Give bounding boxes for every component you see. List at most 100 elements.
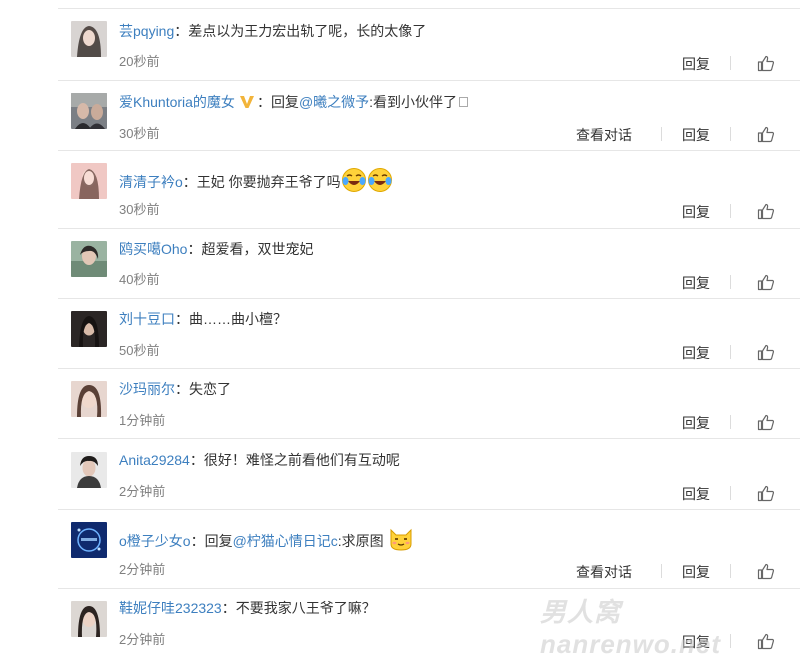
timestamp: 2分钟前 (119, 484, 166, 499)
comment-content: o橙子少女o：回复@柠猫心情日记c:求原图 (119, 526, 414, 555)
colon: ： (190, 533, 205, 549)
action-divider (730, 486, 731, 500)
reply-button[interactable]: 回复 (682, 484, 710, 504)
comment-content: 清清子衿o：王妃 你要抛弃王爷了吗 (119, 167, 393, 196)
mention-link[interactable]: @曦之微予 (299, 94, 369, 110)
comment-content: 鸥买噶Oho：超爱看，双世宠妃 (119, 239, 313, 259)
timestamp: 30秒前 (119, 202, 160, 217)
timestamp: 1分钟前 (119, 413, 166, 428)
username-link[interactable]: 芸pqying (119, 23, 174, 39)
crying-laugh-emoji (341, 167, 367, 196)
username-link[interactable]: 刘十豆口 (119, 311, 175, 327)
comment-item: o橙子少女o：回复@柠猫心情日记c:求原图 2分钟前 查看对话 回复 (0, 510, 800, 589)
avatar[interactable] (71, 381, 107, 417)
action-divider (730, 56, 731, 70)
action-divider (730, 415, 731, 429)
crying-laugh-emoji (367, 167, 393, 196)
avatar[interactable] (71, 93, 107, 129)
comment-item: 清清子衿o：王妃 你要抛弃王爷了吗 30秒前 回复 (0, 151, 800, 229)
reply-button[interactable]: 回复 (682, 202, 710, 222)
watermark: 男人窝nanrenwo.net (540, 597, 722, 659)
colon: ： (187, 241, 202, 257)
colon: ： (175, 381, 189, 397)
comment-text: 王妃 你要抛弃王爷了吗 (196, 174, 341, 190)
thumbs-up-icon[interactable] (757, 202, 775, 220)
view-conversation-button[interactable]: 查看对话 (576, 562, 632, 582)
colon: ： (256, 94, 271, 110)
timestamp: 2分钟前 (119, 562, 166, 577)
comment-item: 爱Khuntoria的魔女 ：回复@曦之微予:看到小伙伴了 30秒前 查看对话 回… (0, 81, 800, 151)
action-divider (730, 345, 731, 359)
username-link[interactable]: 鸥买噶Oho (119, 241, 187, 257)
thumbs-up-icon[interactable] (757, 125, 775, 143)
reply-button[interactable]: 回复 (682, 273, 710, 293)
comment-text: 曲……曲小檀？ (189, 311, 287, 327)
comment-content: Anita29284：很好！难怪之前看他们有互动呢 (119, 450, 400, 470)
comment-text: 差点以为王力宏出轨了呢，长的太像了 (188, 23, 427, 39)
avatar[interactable] (71, 241, 107, 277)
reply-button[interactable]: 回复 (682, 54, 710, 74)
cat-emoji (388, 526, 414, 555)
thumbs-up-icon[interactable] (757, 273, 775, 291)
reply-button[interactable]: 回复 (682, 343, 710, 363)
timestamp: 20秒前 (119, 54, 160, 69)
comment-item: 芸pqying：差点以为王力宏出轨了呢，长的太像了 20秒前 回复 (0, 9, 800, 81)
comment-item: Anita29284：很好！难怪之前看他们有互动呢 2分钟前 回复 (0, 439, 800, 510)
thumbs-up-icon[interactable] (757, 413, 775, 431)
username-link[interactable]: 爱Khuntoria的魔女 (119, 94, 235, 110)
comment-item: 刘十豆口：曲……曲小檀？ 50秒前 回复 (0, 299, 800, 369)
comment-content: 芸pqying：差点以为王力宏出轨了呢，长的太像了 (119, 21, 426, 41)
reply-prefix: 回复 (204, 533, 233, 549)
thumbs-up-icon[interactable] (757, 54, 775, 72)
comment-content: 刘十豆口：曲……曲小檀？ (119, 309, 287, 329)
mention-link[interactable]: @柠猫心情日记c (233, 533, 338, 549)
comment-content: 爱Khuntoria的魔女 ：回复@曦之微予:看到小伙伴了 (119, 92, 469, 112)
action-divider (730, 127, 731, 141)
avatar[interactable] (71, 522, 107, 558)
username-link[interactable]: Anita29284 (119, 452, 190, 468)
avatar[interactable] (71, 311, 107, 347)
timestamp: 40秒前 (119, 272, 160, 287)
colon: ： (174, 23, 189, 39)
reply-button[interactable]: 回复 (682, 125, 710, 145)
comment-text: :求原图 (337, 533, 384, 549)
comment-text: 不要我家八王爷了嘛？ (235, 600, 376, 616)
username-link[interactable]: 沙玛丽尔 (119, 381, 175, 397)
thumbs-up-icon[interactable] (757, 562, 775, 580)
action-divider (730, 204, 731, 218)
comment-content: 鞋妮仔哇232323：不要我家八王爷了嘛？ (119, 598, 376, 618)
avatar[interactable] (71, 163, 107, 199)
reply-prefix: 回复 (270, 94, 299, 110)
missing-glyph-icon (459, 97, 469, 107)
thumbs-up-icon[interactable] (757, 343, 775, 361)
action-divider (661, 127, 662, 141)
timestamp: 30秒前 (119, 126, 160, 141)
avatar[interactable] (71, 21, 107, 57)
colon: ： (175, 311, 189, 327)
action-divider (661, 564, 662, 578)
colon: ： (182, 174, 197, 190)
avatar[interactable] (71, 452, 107, 488)
colon: ： (189, 452, 204, 468)
thumbs-up-icon[interactable] (757, 484, 775, 502)
timestamp: 2分钟前 (119, 632, 166, 647)
action-divider (730, 275, 731, 289)
reply-button[interactable]: 回复 (682, 562, 710, 582)
view-conversation-button[interactable]: 查看对话 (576, 125, 632, 145)
colon: ： (221, 600, 236, 616)
action-divider (730, 564, 731, 578)
comment-content: 沙玛丽尔：失恋了 (119, 379, 231, 399)
comment-text: 超爱看，双世宠妃 (201, 241, 314, 257)
comment-item: 鸥买噶Oho：超爱看，双世宠妃 40秒前 回复 (0, 229, 800, 299)
comment-text: :看到小伙伴了 (369, 94, 458, 110)
username-link[interactable]: 清清子衿o (119, 174, 183, 190)
comment-text: 失恋了 (189, 381, 231, 397)
reply-button[interactable]: 回复 (682, 413, 710, 433)
comment-item: 沙玛丽尔：失恋了 1分钟前 回复 (0, 369, 800, 439)
timestamp: 50秒前 (119, 343, 160, 358)
comment-text: 很好！难怪之前看他们有互动呢 (203, 452, 400, 468)
username-link[interactable]: o橙子少女o (119, 533, 191, 549)
avatar[interactable] (71, 601, 107, 637)
vip-badge-icon (239, 95, 255, 112)
username-link[interactable]: 鞋妮仔哇232323 (119, 600, 222, 616)
